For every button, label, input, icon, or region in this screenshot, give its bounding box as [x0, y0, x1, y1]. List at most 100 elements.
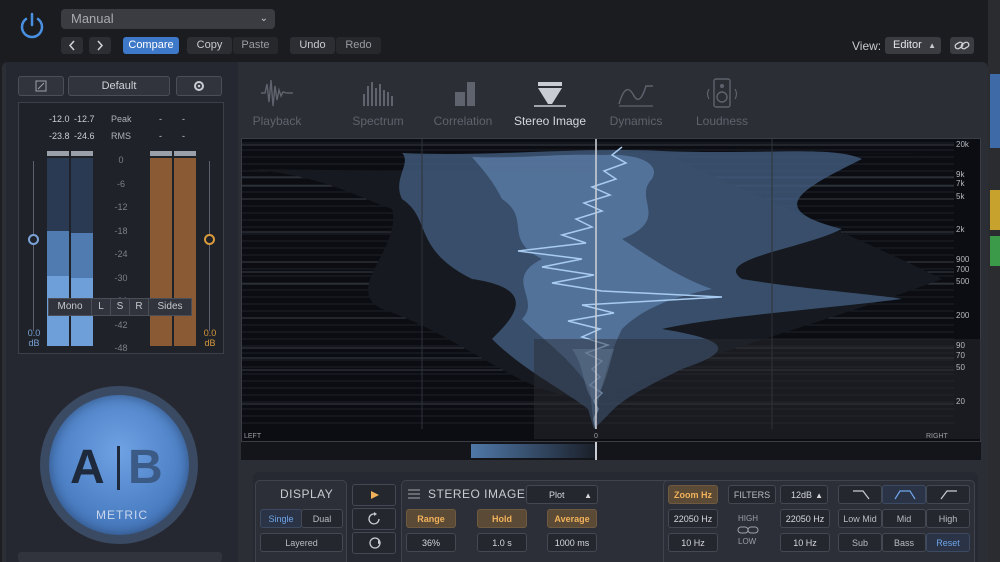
bandpass-icon — [894, 490, 916, 500]
low-freq-right[interactable]: 10 Hz — [780, 533, 830, 552]
paste-button[interactable]: Paste — [233, 37, 278, 54]
rms-label: RMS — [111, 131, 131, 141]
menu-icon[interactable] — [408, 489, 420, 499]
lowpass-filter-button[interactable] — [838, 485, 882, 504]
meter-cap-left — [47, 151, 69, 156]
high-label: HIGH — [738, 514, 758, 523]
display-section: DISPLAY Single Dual Layered — [255, 480, 347, 562]
meter-scale-label: -48 — [114, 343, 128, 353]
rms-b-right: - — [182, 131, 185, 141]
pan-scrollbar[interactable] — [241, 442, 981, 460]
play-button[interactable] — [352, 484, 396, 506]
speaker-icon — [706, 78, 738, 108]
stereo-image-display[interactable]: 20k 9k 7k 5k 2k 900 700 500 200 90 70 50… — [241, 138, 982, 442]
sides-button[interactable]: Sides — [148, 298, 192, 316]
compare-button[interactable]: Compare — [123, 37, 179, 54]
dual-button[interactable]: Dual — [301, 509, 343, 528]
lowpass-icon — [853, 490, 870, 500]
power-icon[interactable] — [16, 10, 48, 42]
copy-button[interactable]: Copy — [187, 37, 232, 54]
hz-label: 7k — [956, 179, 965, 188]
hz-label: 700 — [956, 265, 970, 274]
updown-icon: ▲ — [815, 491, 823, 500]
low-freq-left[interactable]: 10 Hz — [668, 533, 718, 552]
refresh-button[interactable] — [352, 508, 396, 530]
level-meter: -12.0 -12.7 Peak - - -23.8 -24.6 RMS - -… — [18, 102, 224, 354]
gear-icon — [194, 81, 204, 91]
tab-stereo-image[interactable]: Stereo Image — [505, 76, 595, 132]
undo-button[interactable]: Undo — [290, 37, 335, 54]
meter-cap-b-right — [174, 151, 196, 156]
highpass-filter-button[interactable] — [926, 485, 970, 504]
low-label: LOW — [738, 537, 757, 546]
chevron-right-icon — [97, 40, 104, 51]
updown-icon: ▲ — [928, 41, 936, 50]
peak-left-value: -12.0 — [49, 114, 70, 124]
single-button[interactable]: Single — [260, 509, 302, 528]
meter-scale-label: -12 — [114, 202, 128, 212]
high-freq-right[interactable]: 22050 Hz — [780, 509, 830, 528]
left-gain-fader[interactable] — [28, 234, 39, 245]
average-button[interactable]: Average — [547, 509, 597, 528]
tab-spectrum[interactable]: Spectrum — [333, 76, 423, 132]
plot-mode-select[interactable]: Plot ▲ — [526, 485, 598, 504]
tab-label: Correlation — [433, 114, 493, 128]
high-band[interactable]: High — [926, 509, 970, 528]
layered-button[interactable]: Layered — [260, 533, 343, 552]
hz-label: 9k — [956, 170, 965, 179]
bass-band[interactable]: Bass — [882, 533, 926, 552]
tab-dynamics[interactable]: Dynamics — [591, 76, 681, 132]
tab-playback[interactable]: Playback — [232, 76, 322, 132]
mono-button[interactable]: Mono — [48, 298, 92, 316]
slope-select[interactable]: 12dB ▲ — [780, 485, 828, 504]
low-mid-band[interactable]: Low Mid — [838, 509, 882, 528]
hold-button[interactable]: Hold — [477, 509, 527, 528]
link-button[interactable] — [950, 37, 974, 54]
ab-b-label: B — [128, 441, 163, 494]
meter-scale-label: -30 — [114, 272, 128, 283]
tab-label: Spectrum — [352, 114, 404, 128]
meter-cap-right — [71, 151, 93, 156]
previous-preset-button[interactable] — [61, 37, 83, 54]
meter-scale-label: -18 — [114, 225, 128, 236]
mid-band[interactable]: Mid — [882, 509, 926, 528]
range-button[interactable]: Range — [406, 509, 456, 528]
redo-button[interactable]: Redo — [336, 37, 381, 54]
zoom-hz-button[interactable]: Zoom Hz — [668, 485, 718, 504]
sub-band[interactable]: Sub — [838, 533, 882, 552]
meter-scale-label: -24 — [114, 249, 128, 259]
display-title: DISPLAY — [280, 487, 334, 501]
side-button[interactable]: S — [110, 298, 130, 316]
meter-right-peak — [71, 233, 93, 278]
right-button[interactable]: R — [129, 298, 149, 316]
bandpass-filter-button[interactable] — [882, 485, 926, 504]
range-value[interactable]: 36% — [406, 533, 456, 552]
reset-band-button[interactable]: Reset — [926, 533, 970, 552]
right-axis-label: RIGHT — [926, 433, 948, 440]
left-button[interactable]: L — [91, 298, 111, 316]
hz-label: 90 — [956, 341, 965, 350]
next-preset-button[interactable] — [89, 37, 111, 54]
hz-label: 20 — [956, 397, 965, 406]
loop-button[interactable] — [352, 532, 396, 554]
tab-label: Stereo Image — [513, 114, 587, 128]
right-gain-fader[interactable] — [204, 234, 215, 245]
tab-correlation[interactable]: Correlation — [418, 76, 508, 132]
chevron-left-icon — [68, 40, 75, 51]
pan-scroll-thumb[interactable] — [471, 444, 596, 458]
filters-button[interactable]: FILTERS — [728, 485, 776, 504]
stereo-image-icon — [534, 82, 566, 107]
preset-dropdown[interactable]: Manual ⌄ — [61, 9, 275, 29]
high-freq-left[interactable]: 22050 Hz — [668, 509, 718, 528]
view-select[interactable]: Editor ▲ — [885, 37, 941, 54]
link-icon — [954, 41, 970, 50]
settings-button[interactable] — [176, 76, 222, 96]
tab-loudness[interactable]: Loudness — [677, 76, 767, 132]
control-panel: DISPLAY Single Dual Layered STEREO IMAGE… — [253, 472, 978, 562]
link-icon[interactable] — [736, 526, 760, 534]
average-value[interactable]: 1000 ms — [547, 533, 597, 552]
hold-value[interactable]: 1.0 s — [477, 533, 527, 552]
expand-button[interactable] — [18, 76, 64, 96]
tab-label: Playback — [252, 114, 302, 128]
meter-preset[interactable]: Default — [68, 76, 170, 96]
